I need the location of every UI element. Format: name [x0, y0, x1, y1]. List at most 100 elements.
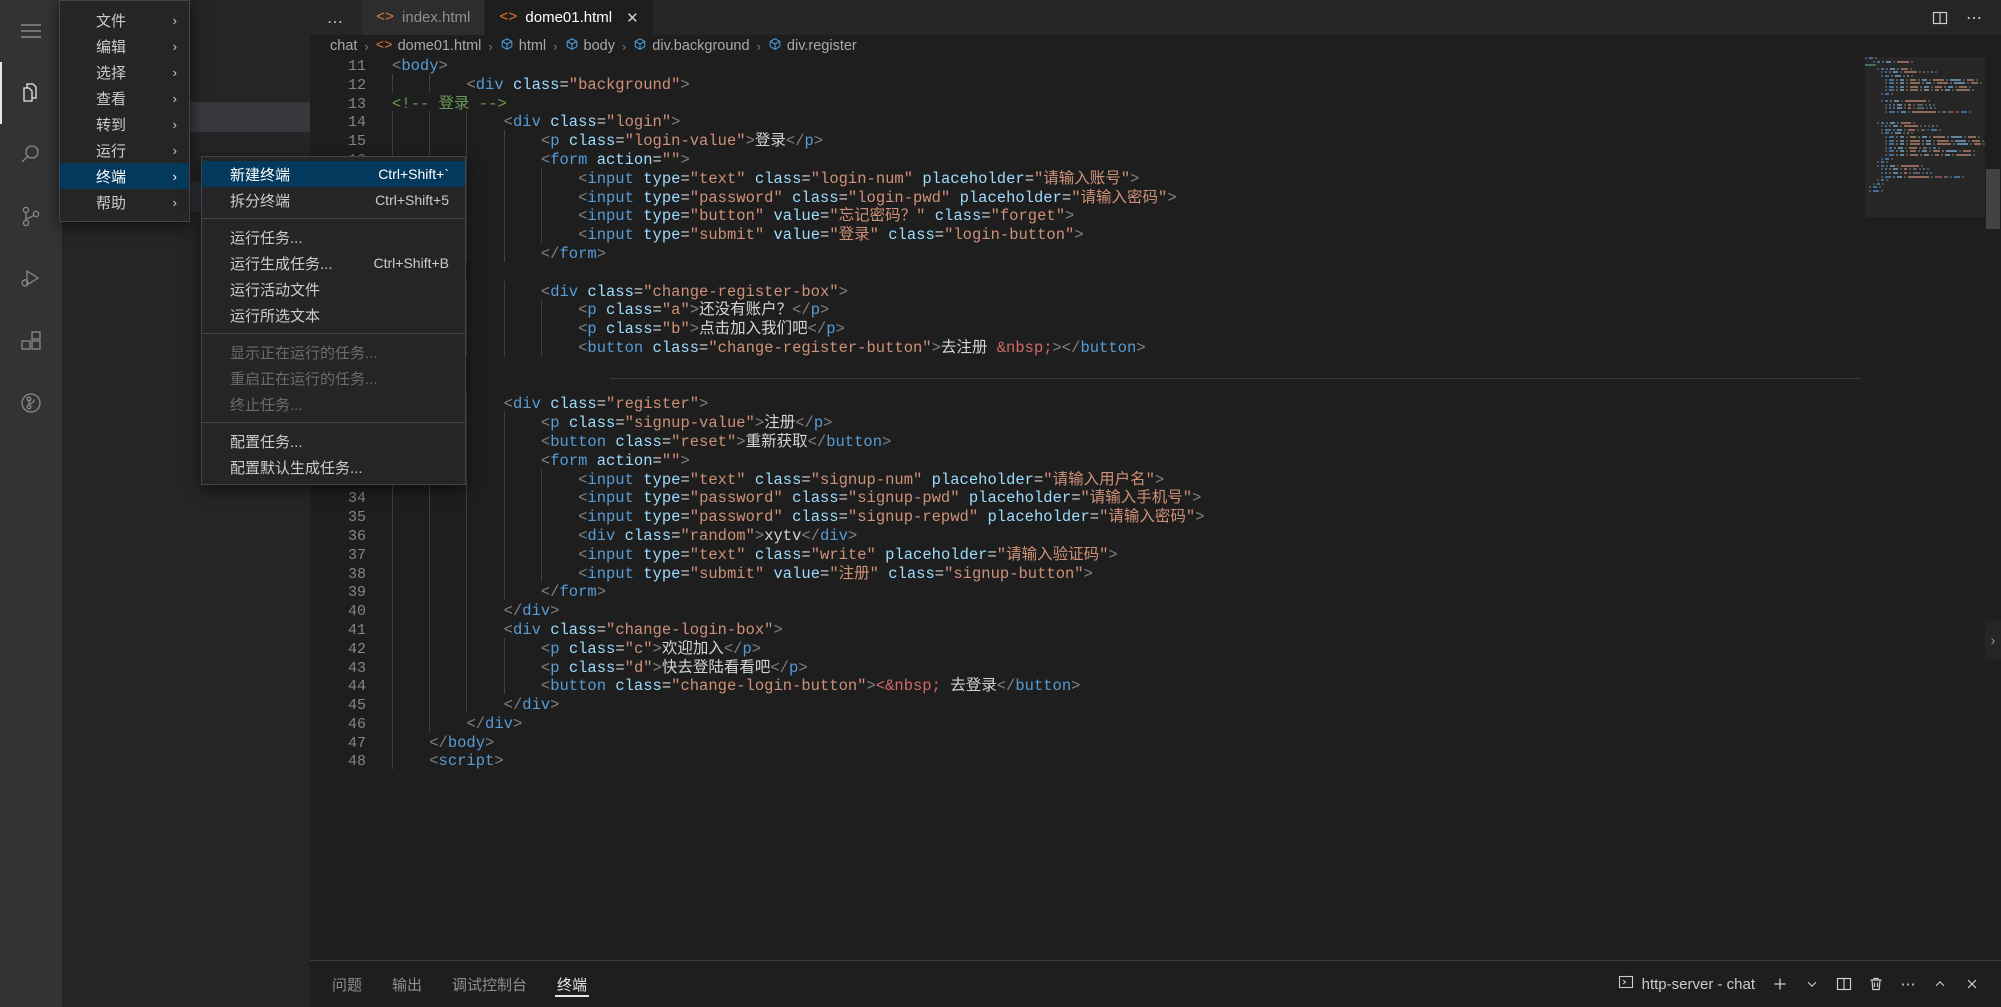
code-line[interactable]: 18 <input type="password" class="login-p… [310, 186, 2001, 208]
code-line[interactable]: 26 <button class="change-register-button… [310, 336, 2001, 358]
terminal-menu-item-0-1[interactable]: 拆分终端 Ctrl+Shift+5 [202, 187, 465, 213]
code-line[interactable]: 21 </form> [310, 242, 2001, 264]
panel-tab-problems[interactable]: 问题 [330, 961, 364, 1007]
scrollbar-thumb[interactable] [1986, 169, 2000, 229]
menubar-item-6[interactable]: 终端 › [60, 163, 189, 189]
code-line[interactable]: 24 <p class="a">还没有账户？</p> [310, 299, 2001, 320]
editor-scrollbar[interactable] [1985, 57, 2001, 960]
run-debug-icon[interactable] [0, 248, 62, 310]
code-line[interactable]: 23 <div class="change-register-box"> [310, 280, 2001, 302]
account-icon[interactable] [0, 372, 62, 434]
code-line[interactable]: 44 <button class="change-login-button"><… [310, 675, 2001, 696]
terminal-menu-item-0-0[interactable]: 新建终端 Ctrl+Shift+` [202, 161, 465, 187]
breadcrumb-item-html[interactable]: html [500, 37, 546, 55]
close-icon[interactable]: ✕ [626, 9, 639, 27]
breadcrumb-item-div-register[interactable]: div.register [768, 37, 857, 55]
split-editor-button[interactable] [1923, 0, 1957, 35]
code-line[interactable]: 13 <!-- 登录 --> [310, 95, 2001, 114]
menubar-item-3[interactable]: 查看 › [60, 85, 189, 111]
menubar-item-4[interactable]: 转到 › [60, 111, 189, 137]
code-line[interactable]: 14 <div class="login"> [310, 111, 2001, 132]
code-line[interactable]: 33 <input type="text" class="signup-num"… [310, 468, 2001, 490]
terminal-menu-item-1-0[interactable]: 运行任务... [202, 224, 465, 250]
terminal-menu-item-3-0[interactable]: 配置任务... [202, 428, 465, 454]
token-tag: body [401, 57, 439, 75]
breadcrumb-item-body[interactable]: body [565, 37, 615, 55]
breadcrumb-label: chat [330, 38, 358, 54]
code-line[interactable]: 37 <input type="text" class="write" plac… [310, 543, 2001, 565]
code-line[interactable]: 27 [310, 358, 2001, 377]
code-line[interactable]: 22 [310, 264, 2001, 283]
terminal-menu-item-1-3[interactable]: 运行所选文本 [202, 302, 465, 328]
code-line[interactable]: 11 <body> [310, 57, 2001, 76]
split-terminal-button[interactable] [1831, 969, 1857, 999]
menubar-item-0[interactable]: 文件 › [60, 7, 189, 33]
tabs-overflow-button[interactable]: … [310, 0, 362, 35]
code-line[interactable]: 36 <div class="random">xytv</div> [310, 524, 2001, 546]
menubar-item-1[interactable]: 编辑 › [60, 33, 189, 59]
code-line[interactable]: 43 <p class="d">快去登陆看看吧</p> [310, 656, 2001, 678]
minimap[interactable] [1865, 57, 1985, 960]
more-actions-button[interactable]: ⋯ [1957, 0, 1991, 35]
code-line[interactable]: 31 <button class="reset">重新获取</button> [310, 430, 2001, 452]
editor-tab-dome01-html[interactable]: <> dome01.html ✕ [485, 0, 654, 35]
code-editor[interactable]: 11 <body> 12 <div class="background"> 13 <!-… [310, 57, 2001, 960]
menubar-item-7[interactable]: 帮助 › [60, 189, 189, 215]
terminal-menu-item-1-2[interactable]: 运行活动文件 [202, 276, 465, 302]
code-line[interactable]: 45 </div> [310, 694, 2001, 715]
menubar-item-5[interactable]: 运行 › [60, 137, 189, 163]
editor-tab-index-html[interactable]: <> index.html [362, 0, 486, 35]
new-terminal-button[interactable] [1767, 969, 1793, 999]
code-line[interactable]: 38 <input type="submit" value="注册" class… [310, 562, 2001, 584]
terminal-menu-item-3-1[interactable]: 配置默认生成任务... [202, 454, 465, 480]
code-line[interactable]: 48 <script> [310, 750, 2001, 771]
code-line[interactable]: 29 <div class="register"> [310, 393, 2001, 414]
code-line[interactable]: 17 <input type="text" class="login-num" … [310, 167, 2001, 189]
token-brk: </ [807, 320, 827, 339]
code-line[interactable]: 32 <form action=""> [310, 449, 2001, 471]
code-line[interactable]: 12 <div class="background"> [310, 73, 2001, 95]
token-attr: type [643, 564, 681, 583]
code-line[interactable]: 19 <input type="button" value="忘记密码？" cl… [310, 205, 2001, 226]
terminal-menu-item-1-1[interactable]: 运行生成任务... Ctrl+Shift+B [202, 250, 465, 276]
panel-tab-output[interactable]: 输出 [390, 961, 424, 1007]
code-line[interactable]: 41 <div class="change-login-box"> [310, 618, 2001, 640]
terminal-more-button[interactable]: ⋯ [1895, 969, 1921, 999]
token-brk: > [689, 320, 700, 339]
token-eq: = [1033, 470, 1044, 489]
breadcrumb-item-div-background[interactable]: div.background [633, 37, 750, 55]
code-line[interactable]: 28 [310, 377, 2001, 396]
panel-tab-debug-console[interactable]: 调试控制台 [450, 961, 529, 1007]
token-tag: input [587, 470, 634, 489]
code-line[interactable]: 25 <p class="b">点击加入我们吧</p> [310, 318, 2001, 339]
maximize-panel-chevron-up-icon[interactable] [1927, 969, 1953, 999]
code-line[interactable]: 39 </form> [310, 581, 2001, 602]
source-control-icon[interactable] [0, 186, 62, 248]
terminal-selector[interactable]: http-server - chat [1612, 974, 1761, 994]
code-line[interactable]: 34 <input type="password" class="signup-… [310, 487, 2001, 508]
kill-terminal-trash-icon[interactable] [1863, 969, 1889, 999]
code-line[interactable]: 40 </div> [310, 600, 2001, 621]
code-line[interactable]: 46 </div> [310, 712, 2001, 734]
code-line[interactable]: 35 <input type="password" class="signup-… [310, 506, 2001, 527]
code-line[interactable]: 15 <p class="login-value">登录</p> [310, 130, 2001, 151]
code-line[interactable]: 20 <input type="submit" value="登录" class… [310, 224, 2001, 245]
open-side-panel-chevron-icon[interactable]: › [1985, 620, 2001, 660]
panel-tab-terminal[interactable]: 终端 [555, 961, 590, 1007]
explorer-icon[interactable] [0, 62, 62, 124]
extensions-icon[interactable] [0, 310, 62, 372]
menubar-item-2[interactable]: 选择 › [60, 59, 189, 85]
terminal-dropdown-chevron-down-icon[interactable] [1799, 969, 1825, 999]
code-line[interactable]: 16 <form action=""> [310, 149, 2001, 170]
code-line[interactable]: 47 </body> [310, 731, 2001, 753]
menubar-dropdown[interactable]: 文件 › 编辑 › 选择 › 查看 › 转到 › 运行 › 终端 › 帮助 › [59, 0, 190, 222]
code-line[interactable]: 42 <p class="c">欢迎加入</p> [310, 637, 2001, 659]
breadcrumb-item-dome01-html[interactable]: <> dome01.html [376, 38, 482, 54]
minimap-slider[interactable] [1865, 57, 1985, 217]
terminal-submenu[interactable]: 新建终端 Ctrl+Shift+` 拆分终端 Ctrl+Shift+5 运行任务... 运… [201, 156, 466, 485]
close-panel-button[interactable] [1959, 969, 1985, 999]
search-icon[interactable] [0, 124, 62, 186]
menu-hamburger-icon[interactable] [0, 0, 62, 62]
code-line[interactable]: 30 <p class="signup-value">注册</p> [310, 412, 2001, 433]
breadcrumb-item-chat[interactable]: chat [330, 38, 357, 54]
